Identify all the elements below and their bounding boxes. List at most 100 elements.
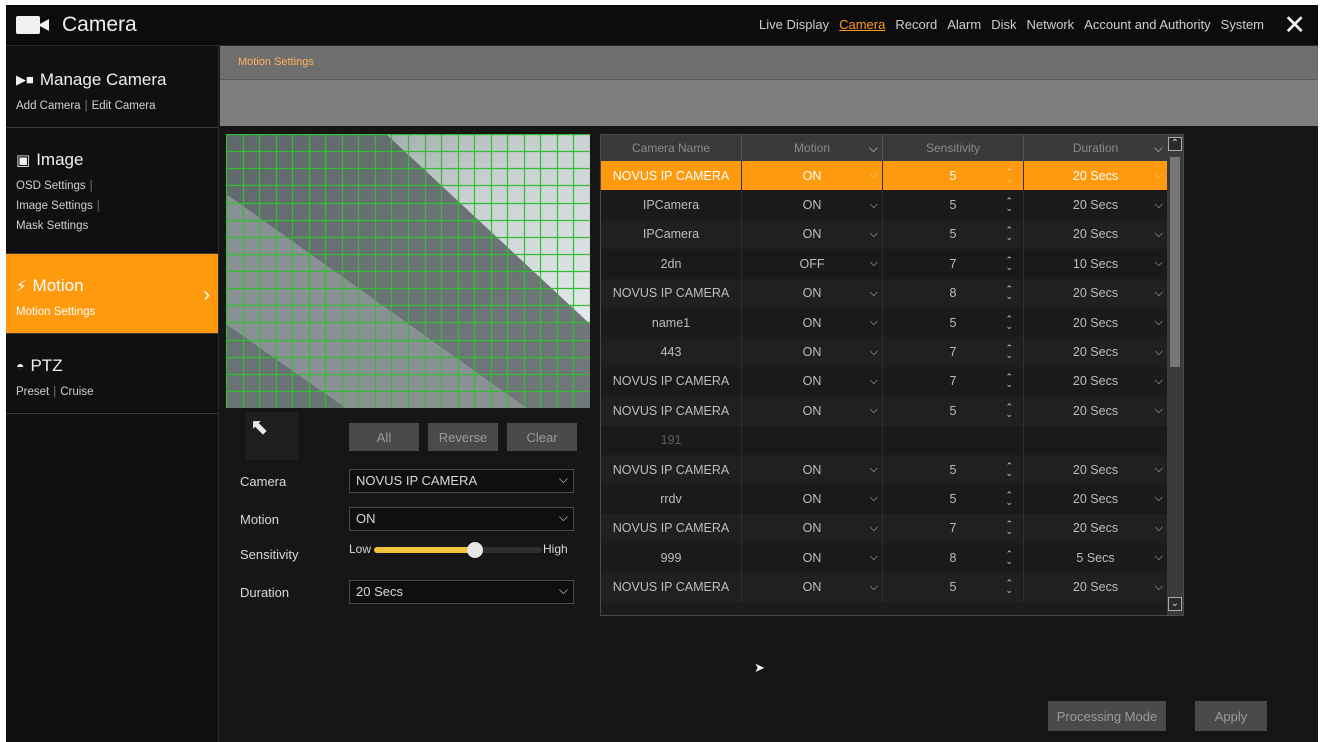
table-row[interactable]: IPCamera ON ⌵ 5 ⌃ ⌄ 20 Secs ⌵ — [601, 219, 1167, 250]
nav-network[interactable]: Network — [1026, 17, 1074, 32]
spinner-icon[interactable]: ⌃ ⌄ — [1005, 402, 1013, 418]
table-row[interactable]: 443 ON ⌵ 7 ⌃ ⌄ 20 Secs ⌵ — [601, 337, 1167, 367]
nav-alarm[interactable]: Alarm — [947, 17, 981, 32]
spinner-icon[interactable]: ⌃ ⌄ — [1005, 226, 1013, 242]
table-row[interactable]: 999 ON ⌵ 8 ⌃ ⌄ 5 Secs ⌵ — [601, 543, 1167, 573]
cell-duration[interactable]: 20 Secs ⌵ — [1024, 190, 1167, 219]
table-row[interactable]: NOVUS IP CAMERA ON ⌵ 5 ⌃ ⌄ 20 Secs ⌵ — [601, 161, 1167, 191]
link-image-settings[interactable]: Image Settings — [16, 200, 93, 212]
link-edit-camera[interactable]: Edit Camera — [92, 100, 156, 112]
chevron-down-icon[interactable]: ⌵ — [870, 551, 878, 564]
cell-motion[interactable]: ON ⌵ — [742, 484, 883, 514]
sidebar-item-motion[interactable]: ⚡ Motion Motion Settings › — [6, 254, 218, 334]
chevron-down-icon[interactable]: ⌵ — [1155, 287, 1163, 300]
camera-select[interactable]: NOVUS IP CAMERA ⌵ — [349, 469, 574, 493]
cell-sensitivity[interactable]: 5 ⌃ ⌄ — [883, 572, 1024, 602]
table-row[interactable]: NOVUS IP CAMERA ON ⌵ 7 ⌃ ⌄ 20 Secs ⌵ — [601, 513, 1167, 544]
chevron-down-icon[interactable]: ⌵ — [1155, 463, 1163, 476]
chevron-down-icon[interactable]: ⌵ — [1154, 135, 1163, 161]
spinner-icon[interactable]: ⌃ ⌄ — [1005, 255, 1013, 271]
cell-motion[interactable]: ON ⌵ — [742, 161, 883, 191]
cell-sensitivity[interactable]: 5 ⌃ ⌄ — [883, 161, 1024, 191]
table-row[interactable]: IPCamera ON ⌵ 5 ⌃ ⌄ 20 Secs ⌵ — [601, 190, 1167, 220]
cell-duration[interactable]: 20 Secs ⌵ — [1024, 484, 1167, 513]
grid-cursor-tool[interactable]: ⬉ — [246, 412, 298, 460]
spinner-icon[interactable]: ⌃ ⌄ — [1005, 167, 1013, 183]
camera-preview[interactable] — [226, 134, 590, 408]
spinner-icon[interactable]: ⌃ ⌄ — [1005, 314, 1013, 330]
cell-duration[interactable]: 20 Secs ⌵ — [1024, 220, 1167, 249]
tab-motion-settings[interactable]: Motion Settings — [238, 56, 314, 68]
chevron-down-icon[interactable]: ⌵ — [870, 199, 878, 212]
cell-sensitivity[interactable]: 7 ⌃ ⌄ — [883, 337, 1024, 367]
cell-sensitivity[interactable]: 5 ⌃ ⌄ — [883, 307, 1024, 338]
sidebar-item-ptz[interactable]: ◓ PTZ Preset | Cruise — [6, 334, 218, 414]
nav-system[interactable]: System — [1221, 17, 1264, 32]
scroll-up-icon[interactable]: ⌃ — [1168, 137, 1182, 151]
chevron-down-icon[interactable]: ⌵ — [870, 522, 878, 535]
chevron-down-icon[interactable]: ⌵ — [870, 228, 878, 241]
nav-account-and-authority[interactable]: Account and Authority — [1084, 17, 1210, 32]
cell-duration[interactable]: 5 Secs ⌵ — [1024, 543, 1167, 572]
cell-sensitivity[interactable]: 5 ⌃ ⌄ — [883, 454, 1024, 485]
link-add-camera[interactable]: Add Camera — [16, 100, 81, 112]
nav-disk[interactable]: Disk — [991, 17, 1016, 32]
col-motion[interactable]: Motion ⌵ — [742, 135, 883, 161]
reverse-button[interactable]: Reverse — [428, 423, 498, 451]
cell-sensitivity[interactable]: 5 ⌃ ⌄ — [883, 190, 1024, 220]
spinner-icon[interactable]: ⌃ ⌄ — [1005, 520, 1013, 536]
chevron-down-icon[interactable]: ⌵ — [870, 287, 878, 300]
cell-duration[interactable]: 20 Secs ⌵ — [1024, 514, 1167, 543]
chevron-down-icon[interactable]: ⌵ — [870, 169, 878, 182]
chevron-down-icon[interactable]: ⌵ — [1155, 316, 1163, 329]
cell-sensitivity[interactable]: 8 ⌃ ⌄ — [883, 278, 1024, 308]
cell-sensitivity[interactable]: 8 ⌃ ⌄ — [883, 543, 1024, 573]
spinner-icon[interactable]: ⌃ ⌄ — [1005, 344, 1013, 360]
cell-duration[interactable]: 20 Secs ⌵ — [1024, 161, 1167, 190]
spinner-icon[interactable]: ⌃ ⌄ — [1005, 549, 1013, 565]
chevron-down-icon[interactable]: ⌵ — [1155, 228, 1163, 241]
cell-sensitivity[interactable] — [883, 425, 1024, 455]
chevron-down-icon[interactable]: ⌵ — [1155, 492, 1163, 505]
slider-thumb[interactable] — [466, 542, 483, 558]
cell-sensitivity[interactable]: 5 ⌃ ⌄ — [883, 484, 1024, 514]
sidebar-item-manage-camera[interactable]: ▶■ Manage Camera Add Camera | Edit Camera — [6, 46, 218, 128]
table-row[interactable]: NOVUS IP CAMERA ON ⌵ 5 ⌃ ⌄ 20 Secs ⌵ — [601, 572, 1167, 602]
cell-motion[interactable]: ON ⌵ — [742, 513, 883, 544]
select-all-button[interactable]: All — [349, 423, 419, 451]
cell-motion[interactable]: ON ⌵ — [742, 219, 883, 250]
chevron-down-icon[interactable]: ⌵ — [1155, 581, 1163, 594]
cell-duration[interactable]: 20 Secs ⌵ — [1024, 367, 1167, 396]
processing-mode-button[interactable]: Processing Mode — [1048, 701, 1166, 731]
cell-duration[interactable]: 20 Secs ⌵ — [1024, 455, 1167, 484]
cell-duration[interactable]: 20 Secs ⌵ — [1024, 308, 1167, 337]
spinner-icon[interactable]: ⌃ ⌄ — [1005, 490, 1013, 506]
chevron-down-icon[interactable]: ⌵ — [870, 463, 878, 476]
link-motion-settings[interactable]: Motion Settings — [16, 306, 95, 318]
col-duration[interactable]: Duration ⌵ — [1024, 135, 1167, 161]
link-mask-settings[interactable]: Mask Settings — [16, 220, 88, 232]
scroll-down-icon[interactable]: ⌄ — [1168, 597, 1182, 611]
close-icon[interactable]: ✕ — [1283, 10, 1306, 40]
cell-motion[interactable]: ON ⌵ — [742, 278, 883, 308]
link-osd-settings[interactable]: OSD Settings — [16, 180, 86, 192]
apply-button[interactable]: Apply — [1195, 701, 1267, 731]
table-row[interactable]: name1 ON ⌵ 5 ⌃ ⌄ 20 Secs ⌵ — [601, 307, 1167, 338]
spinner-icon[interactable]: ⌃ ⌄ — [1005, 197, 1013, 213]
chevron-down-icon[interactable]: ⌵ — [1155, 346, 1163, 359]
chevron-down-icon[interactable]: ⌵ — [870, 346, 878, 359]
chevron-down-icon[interactable]: ⌵ — [1155, 169, 1163, 182]
chevron-down-icon[interactable]: ⌵ — [1155, 199, 1163, 212]
cell-duration[interactable]: 10 Secs ⌵ — [1024, 249, 1167, 278]
table-row[interactable]: rrdv ON ⌵ 5 ⌃ ⌄ 20 Secs ⌵ — [601, 484, 1167, 514]
nav-live-display[interactable]: Live Display — [759, 17, 829, 32]
sensitivity-slider[interactable] — [374, 542, 542, 558]
table-scrollbar[interactable]: ⌃ ⌄ — [1167, 135, 1183, 615]
scrollbar-thumb[interactable] — [1170, 157, 1180, 367]
chevron-down-icon[interactable]: ⌵ — [870, 404, 878, 417]
chevron-down-icon[interactable]: ⌵ — [870, 316, 878, 329]
cell-motion[interactable]: ON ⌵ — [742, 190, 883, 220]
cell-motion[interactable] — [742, 425, 883, 455]
table-row[interactable]: 2dn OFF ⌵ 7 ⌃ ⌄ 10 Secs ⌵ — [601, 249, 1167, 279]
cell-duration[interactable]: 20 Secs ⌵ — [1024, 396, 1167, 425]
